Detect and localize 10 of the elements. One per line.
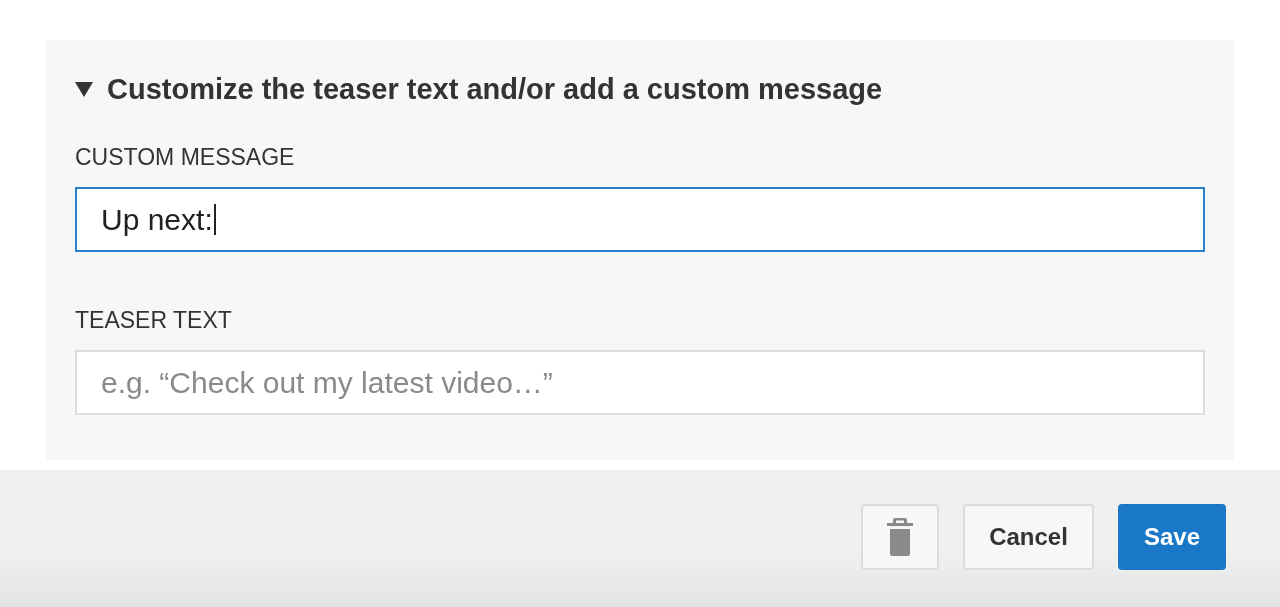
save-button[interactable]: Save [1118, 504, 1226, 570]
field-label: TEASER TEXT [75, 306, 233, 334]
text-cursor-icon [214, 204, 216, 235]
text-field[interactable]: Up next: [75, 187, 1205, 252]
delete-button[interactable] [861, 504, 939, 570]
section-toggle[interactable]: Customize the teaser text and/or add a custom message [75, 71, 883, 107]
field-label: CUSTOM MESSAGE [75, 143, 296, 171]
text-field[interactable]: e.g. “Check out my latest video…” [75, 350, 1205, 415]
cancel-button[interactable]: Cancel [963, 504, 1094, 570]
trash-icon [887, 518, 913, 556]
